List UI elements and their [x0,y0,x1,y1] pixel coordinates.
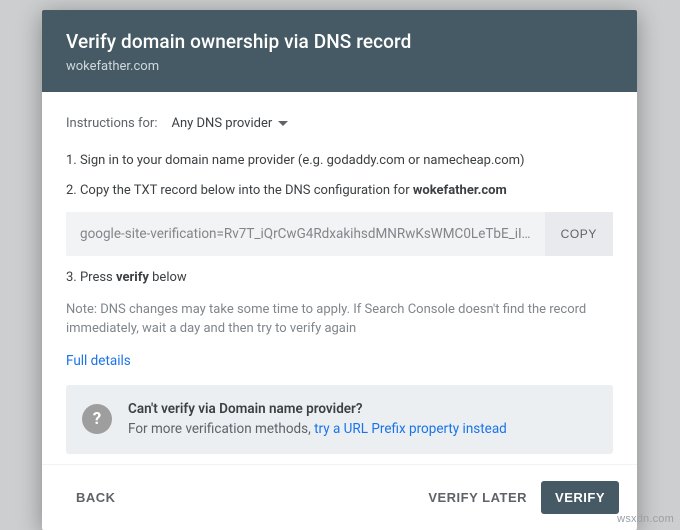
alt-verification-question: Can't verify via Domain name provider? [128,399,507,419]
url-prefix-link[interactable]: try a URL Prefix property instead [314,421,507,437]
dns-provider-select[interactable]: Any DNS provider [171,114,288,134]
modal-title: Verify domain ownership via DNS record [66,30,613,55]
step-2-text: 2. Copy the TXT record below into the DN… [66,183,413,198]
alt-verification-answer-prefix: For more verification methods, [128,421,314,437]
copy-button[interactable]: COPY [545,212,613,256]
step-3-prefix: 3. Press [66,270,116,285]
txt-record-row: google-site-verification=Rv7T_iQrCwG4Rdx… [66,212,613,256]
back-button[interactable]: Back [66,482,126,513]
modal-footer: Back Verify later Verify [42,464,637,530]
watermark: wsxdn.com [617,513,674,525]
footer-right: Verify later Verify [418,481,619,514]
step-1: 1. Sign in to your domain name provider … [66,151,613,171]
alt-verification-panel: ? Can't verify via Domain name provider?… [66,385,613,454]
instructions-for-label: Instructions for: [66,114,157,134]
chevron-down-icon [278,121,288,126]
instructions-row: Instructions for: Any DNS provider [66,114,613,134]
modal-subtitle-domain: wokefather.com [66,59,613,74]
dns-provider-selected: Any DNS provider [171,114,272,134]
step-3-suffix: below [149,270,187,285]
question-icon: ? [82,404,112,434]
step-2-domain: wokefather.com [413,183,507,198]
verify-button[interactable]: Verify [541,481,619,514]
step-3-bold: verify [116,270,149,285]
step-3: 3. Press verify below [66,268,613,288]
alt-verification-answer: For more verification methods, try a URL… [128,419,507,439]
txt-record-value[interactable]: google-site-verification=Rv7T_iQrCwG4Rdx… [66,212,545,256]
step-2: 2. Copy the TXT record below into the DN… [66,181,613,201]
dns-note: Note: DNS changes may take some time to … [66,300,613,339]
full-details-link[interactable]: Full details [66,351,131,371]
modal-header: Verify domain ownership via DNS record w… [42,10,637,92]
verify-later-button[interactable]: Verify later [418,482,537,513]
modal-body: Instructions for: Any DNS provider 1. Si… [42,92,637,464]
verify-domain-modal: Verify domain ownership via DNS record w… [42,10,637,530]
alt-verification-text: Can't verify via Domain name provider? F… [128,399,507,440]
